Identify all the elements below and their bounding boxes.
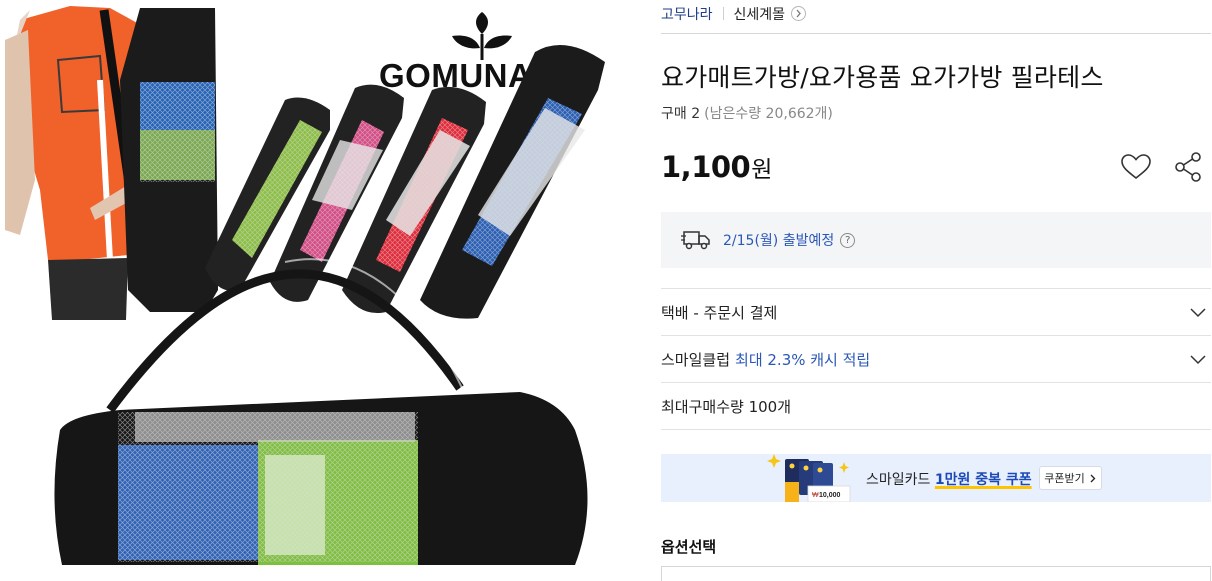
ship-date: 2/15(월) 출발예정 bbox=[723, 233, 835, 249]
get-coupon-label: 쿠폰받기 bbox=[1044, 472, 1085, 485]
store-name-link[interactable]: 신세계몰 bbox=[734, 4, 786, 24]
max-quantity-row: 최대구매수량 100개 bbox=[661, 383, 1211, 430]
wishlist-button[interactable] bbox=[1119, 150, 1153, 184]
delivery-fee-text: 택배 - 주문시 결제 bbox=[661, 303, 778, 322]
option-title: 옵션선택 bbox=[661, 538, 717, 556]
max-quantity-text: 최대구매수량 100개 bbox=[661, 397, 791, 416]
leaf-sprout-icon bbox=[452, 12, 512, 60]
bag-horizontal bbox=[54, 258, 588, 565]
remaining-quantity: (남은수량 20,662개) bbox=[704, 106, 833, 122]
smile-club-label: 스마일클럽 bbox=[661, 350, 731, 369]
price-unit: 원 bbox=[751, 157, 773, 183]
smile-club-row[interactable]: 스마일클럽 최대 2.3% 캐시 적립 bbox=[661, 336, 1211, 383]
chevron-down-icon[interactable] bbox=[1189, 350, 1207, 368]
option-select[interactable] bbox=[661, 566, 1211, 581]
price: 1,100 원 bbox=[661, 150, 772, 184]
chevron-down-icon[interactable] bbox=[1189, 303, 1207, 321]
seller-breadcrumb: 고무나라 신세계몰 bbox=[661, 0, 1211, 34]
product-image: GOMUNARA bbox=[0, 0, 640, 581]
share-button[interactable] bbox=[1171, 150, 1205, 184]
delivery-fee-row[interactable]: 택배 - 주문시 결제 bbox=[661, 289, 1211, 336]
divider bbox=[722, 7, 724, 20]
coupon-prefix: 스마일카드 bbox=[866, 472, 931, 488]
bag-upright-left bbox=[120, 8, 218, 312]
chevron-right-icon bbox=[1090, 474, 1096, 482]
help-icon[interactable]: ? bbox=[840, 232, 856, 248]
coupon-banner[interactable]: ₩ 10,000 스마일카드 1만원 중복 쿠폰 쿠폰받기 bbox=[661, 454, 1211, 502]
coupon-highlight: 1만원 중복 쿠폰 bbox=[934, 472, 1032, 488]
purchase-count: 구매 2 (남은수량 20,662개) bbox=[661, 103, 833, 123]
coupon-text: 스마일카드 1만원 중복 쿠폰 bbox=[866, 469, 1032, 489]
shipping-info: 2/15(월) 출발예정 ? bbox=[661, 212, 1211, 268]
get-coupon-button[interactable]: 쿠폰받기 bbox=[1039, 466, 1102, 490]
chevron-right-icon[interactable] bbox=[791, 6, 807, 21]
share-icon bbox=[1175, 152, 1201, 182]
smile-club-benefit: 최대 2.3% 캐시 적립 bbox=[735, 350, 871, 369]
product-title: 요가매트가방/요가용품 요가가방 필라테스 bbox=[661, 63, 1104, 92]
delivery-truck-icon bbox=[681, 231, 710, 250]
price-value: 1,100 bbox=[661, 150, 751, 184]
heart-icon bbox=[1121, 154, 1151, 180]
purchase-label: 구매 2 bbox=[661, 106, 701, 122]
product-info-panel: 고무나라 신세계몰 요가매트가방/요가용품 요가가방 필라테스 구매 2 (남은수… bbox=[661, 0, 1211, 581]
seller-name-link[interactable]: 고무나라 bbox=[661, 4, 713, 24]
card-amount: 10,000 bbox=[819, 492, 841, 499]
svg-text:₩: ₩ bbox=[812, 492, 819, 499]
